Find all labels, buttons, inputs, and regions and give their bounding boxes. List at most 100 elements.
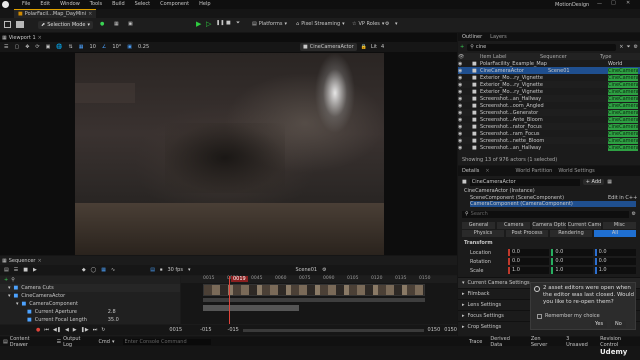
angle-snap-value[interactable]: 10° bbox=[112, 44, 121, 50]
outliner-row[interactable]: ◉ ■ Screenshot...nette_Bloom CineCamera bbox=[458, 137, 640, 144]
derived-data-label[interactable]: Derived Data bbox=[490, 336, 523, 348]
surface-snap-icon[interactable]: ⇅ bbox=[69, 44, 73, 50]
playback-options-icon[interactable]: ▤ bbox=[150, 267, 155, 273]
rotation-field-x[interactable]: 0.0 bbox=[508, 258, 550, 265]
remember-checkbox[interactable] bbox=[537, 313, 542, 319]
output-log-button[interactable]: ☰ Output Log bbox=[57, 336, 91, 348]
rotation-field-y[interactable]: 0.0 bbox=[551, 258, 593, 265]
visibility-eye-icon[interactable]: ◉ bbox=[458, 103, 466, 109]
scene-name[interactable]: Scene01 bbox=[295, 267, 317, 273]
visibility-eye-icon[interactable]: ◉ bbox=[458, 110, 466, 116]
scale-icon[interactable]: ▣ bbox=[46, 44, 51, 50]
content-icon[interactable] bbox=[16, 21, 24, 28]
camera-pilot-button[interactable]: ■ CineCameraActor bbox=[300, 43, 357, 51]
scale-field-y[interactable]: 1.0 bbox=[551, 267, 593, 274]
trace-label[interactable]: Trace bbox=[469, 339, 482, 345]
play-reverse-icon[interactable]: ◀ bbox=[65, 327, 69, 333]
outliner-row[interactable]: ◉ ■ Exterior_Mo...ry_Vignette CineCamera bbox=[458, 88, 640, 95]
add-actor-icon[interactable]: ● bbox=[100, 21, 104, 27]
level-tab[interactable]: ■ PolarFacil...Map_DayMini × bbox=[14, 9, 97, 18]
sequencer-track[interactable]: ▾ ■ Camera Cuts bbox=[0, 284, 180, 292]
settings-icon[interactable]: ⚙ bbox=[385, 21, 389, 27]
menu-edit[interactable]: Edit bbox=[40, 1, 50, 7]
eject-icon[interactable]: ⏷ bbox=[236, 20, 240, 26]
tab-details[interactable]: Details bbox=[462, 168, 479, 174]
menu-tools[interactable]: Tools bbox=[90, 1, 102, 7]
bottom-end-frame-2[interactable]: 0150 bbox=[444, 327, 457, 333]
visibility-eye-icon[interactable]: ◉ bbox=[458, 89, 466, 95]
clear-search-icon[interactable]: × bbox=[619, 44, 623, 50]
playhead-line[interactable] bbox=[229, 276, 230, 324]
tab-close-icon[interactable]: × bbox=[37, 258, 41, 264]
close-icon[interactable]: ✕ bbox=[626, 0, 630, 6]
column-sequencer[interactable]: Sequencer bbox=[540, 54, 600, 60]
filter-tab-physics[interactable]: Physics bbox=[462, 230, 504, 237]
play-icon[interactable]: ▶ bbox=[73, 327, 77, 333]
remember-choice-row[interactable]: Remember my choice bbox=[537, 313, 600, 319]
simulate-icon[interactable]: ▷ bbox=[206, 20, 211, 28]
settings-icon[interactable]: ⚙ bbox=[322, 267, 326, 273]
loop-icon[interactable]: ↻ bbox=[101, 327, 105, 333]
frame-rate-dropdown[interactable]: 30 fps bbox=[167, 267, 183, 273]
tab-world-partition[interactable]: World Partition bbox=[516, 168, 553, 174]
scale-field-x[interactable]: 1.0 bbox=[508, 267, 550, 274]
column-item-label[interactable]: Item Label bbox=[472, 54, 540, 60]
menu-window[interactable]: Window bbox=[60, 1, 80, 7]
camera-cut-thumbnails[interactable] bbox=[203, 284, 425, 296]
visibility-eye-icon[interactable]: ◉ bbox=[458, 96, 466, 102]
outliner-row[interactable]: ◉ ■ Screenshot...Ante_Bloom CineCamera bbox=[458, 116, 640, 123]
maximize-icon[interactable]: □ bbox=[611, 0, 616, 6]
key-icon[interactable]: ◆ bbox=[82, 267, 86, 273]
filter-icon[interactable]: ⏷ bbox=[627, 44, 631, 50]
filter-tab-all[interactable]: All bbox=[594, 230, 636, 237]
grid-snap-value[interactable]: 10 bbox=[90, 44, 96, 50]
search-icon[interactable]: ⚲ bbox=[11, 277, 15, 283]
camera-component-bar[interactable] bbox=[203, 305, 299, 311]
tab-close-icon[interactable]: × bbox=[38, 35, 42, 41]
unsaved-label[interactable]: 3 Unsaved bbox=[566, 336, 592, 348]
menu-build[interactable]: Build bbox=[112, 1, 125, 7]
track-expand-icon[interactable]: ▾ bbox=[8, 285, 11, 291]
vp-roles-button[interactable]: ☆ VP Roles ▾ bbox=[352, 21, 384, 27]
yes-button[interactable]: Yes bbox=[591, 321, 608, 328]
outliner-row[interactable]: ◉ ■ Screenshot...an_Hallway CineCamera bbox=[458, 144, 640, 151]
camera-actor-bar[interactable] bbox=[203, 298, 425, 302]
filter-tab-current-camera-settings[interactable]: Current Camera Settings bbox=[567, 222, 601, 229]
track-add-icon[interactable]: ☰ bbox=[14, 267, 18, 273]
save-icon[interactable] bbox=[4, 21, 11, 28]
menu-component[interactable]: Component bbox=[160, 1, 189, 7]
camera-component-row[interactable]: CameraComponent (CameraComponent) bbox=[470, 201, 636, 207]
menu-file[interactable]: File bbox=[22, 1, 30, 7]
curve-editor-icon[interactable]: ∿ bbox=[111, 267, 115, 273]
transform-header[interactable]: Transform bbox=[464, 240, 493, 246]
settings-icon[interactable]: ⚙ bbox=[634, 44, 638, 50]
cmd-dropdown[interactable]: Cmd ▾ bbox=[98, 339, 114, 345]
outliner-row[interactable]: ◉ ■ Screenshot...Generator CineCamera bbox=[458, 109, 640, 116]
pixel-streaming-button[interactable]: ⌂ Pixel Streaming ▾ bbox=[296, 21, 345, 27]
menu-help[interactable]: Help bbox=[199, 1, 210, 7]
settings-icon[interactable]: ⚙ bbox=[632, 211, 636, 217]
outliner-row[interactable]: ◉ ■ Screenshot...oom_Angled CineCamera bbox=[458, 102, 640, 109]
filter-tab-rendering[interactable]: Rendering bbox=[550, 230, 592, 237]
visibility-eye-icon[interactable]: ◉ bbox=[458, 131, 466, 137]
bottom-start-frame[interactable]: 0015 bbox=[169, 327, 182, 333]
visibility-eye-icon[interactable]: ◉ bbox=[458, 124, 466, 130]
rotate-icon[interactable]: ⟳ bbox=[35, 44, 39, 50]
location-field-y[interactable]: 0.0 bbox=[551, 249, 593, 256]
details-search-input[interactable]: ⚲ Search bbox=[462, 210, 629, 218]
track-value[interactable]: 2.8 bbox=[108, 309, 116, 315]
outliner-row[interactable]: ◉ ■ Screenshot...rator_Focus CineCamera bbox=[458, 123, 640, 130]
console-input[interactable]: Enter Console Command bbox=[122, 338, 212, 345]
sequencer-tab[interactable]: ▦ Sequencer × bbox=[2, 257, 42, 264]
filter-tab-general[interactable]: General bbox=[462, 222, 496, 229]
visibility-eye-icon[interactable]: ◉ bbox=[458, 138, 466, 144]
transform-icon[interactable]: ✥ bbox=[25, 44, 29, 50]
unreal-logo[interactable] bbox=[2, 1, 9, 8]
instance-row[interactable]: CineCameraActor (Instance) bbox=[464, 188, 634, 195]
track-expand-icon[interactable]: ▾ bbox=[16, 301, 19, 307]
blueprint-icon[interactable]: ▦ bbox=[114, 21, 119, 27]
play-icon[interactable]: ▶ bbox=[196, 20, 201, 28]
add-track-icon[interactable]: + bbox=[4, 277, 8, 283]
add-icon[interactable]: + bbox=[460, 44, 464, 50]
save-icon[interactable]: ▤ bbox=[4, 267, 9, 273]
